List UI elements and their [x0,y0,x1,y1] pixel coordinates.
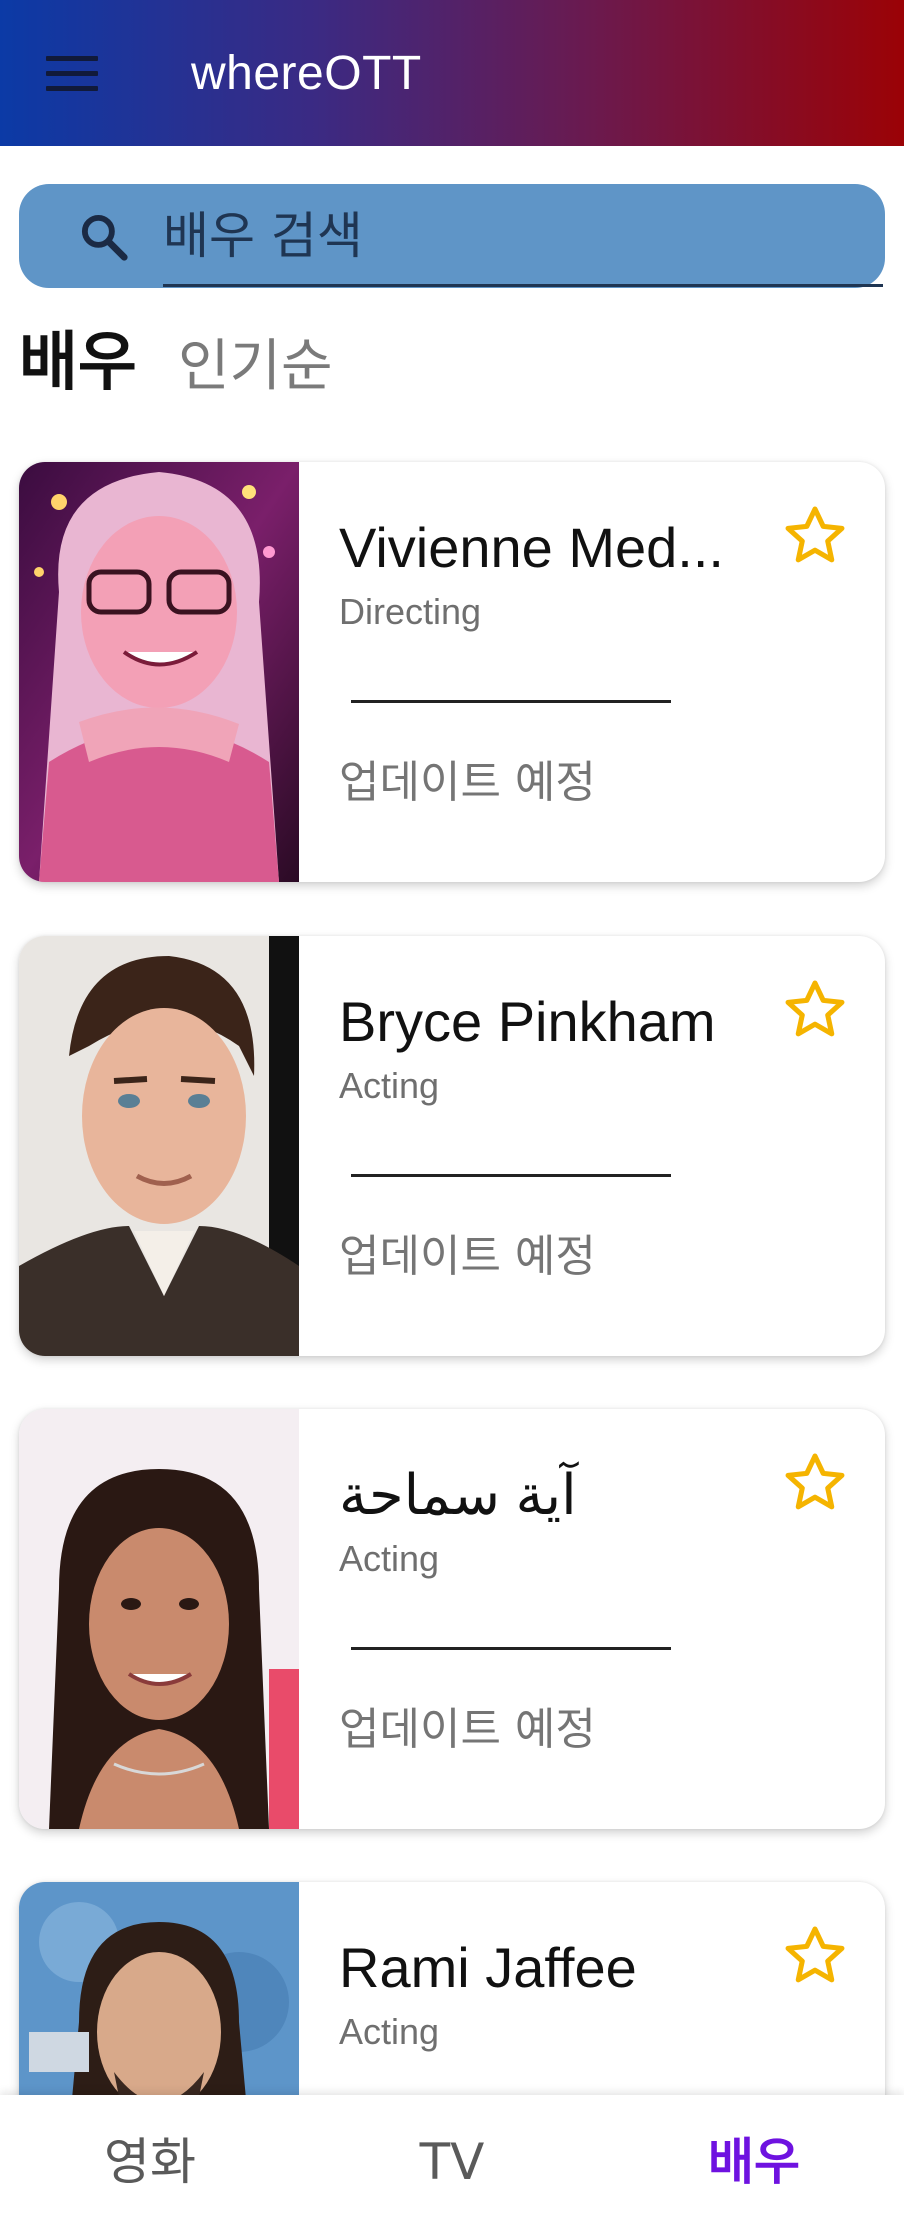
star-outline-icon[interactable] [781,976,849,1044]
person-card[interactable]: Bryce Pinkham Acting 업데이트 예정 [19,936,885,1356]
person-department: Acting [339,1065,440,1106]
card-divider [351,700,671,703]
person-department: Directing [339,591,482,632]
bottom-navigation: 영화 TV 배우 [0,2095,904,2229]
person-status: 업데이트 예정 [339,1704,596,1755]
profile-photo [19,462,299,882]
person-status: 업데이트 예정 [339,757,596,808]
top-app-bar: whereOTT [0,0,904,146]
person-card[interactable]: Vivienne Med... Directing 업데이트 예정 [19,462,885,882]
app-root: whereOTT 배우 인기순 [0,0,904,2229]
card-divider [351,1174,671,1177]
star-outline-icon[interactable] [781,1449,849,1517]
app-title: whereOTT [191,47,422,100]
sort-label[interactable]: 인기순 [178,322,333,412]
person-status: 업데이트 예정 [339,1231,596,1282]
person-name: آية سماحة [339,1463,577,1526]
star-outline-icon[interactable] [781,1922,849,1990]
person-card[interactable]: آية سماحة Acting 업데이트 예정 [19,1409,885,1829]
profile-photo [19,1409,299,1829]
search-input[interactable] [163,198,883,274]
person-name: Vivienne Med... [339,516,724,579]
nav-item-movies[interactable]: 영화 [0,2095,300,2229]
search-bar [19,184,885,288]
star-outline-icon[interactable] [781,502,849,570]
person-department: Acting [339,1538,440,1579]
card-divider [351,1647,671,1650]
nav-item-actors[interactable]: 배우 [604,2095,904,2229]
person-department: Acting [339,2011,440,2052]
section-title: 배우 [19,326,137,400]
search-underline [163,284,883,287]
nav-item-tv[interactable]: TV [302,2095,602,2229]
person-name: Rami Jaffee [339,1936,637,1999]
profile-photo [19,936,299,1356]
person-name: Bryce Pinkham [339,990,716,1053]
hamburger-menu-icon[interactable] [46,54,98,92]
search-icon[interactable] [77,210,131,264]
